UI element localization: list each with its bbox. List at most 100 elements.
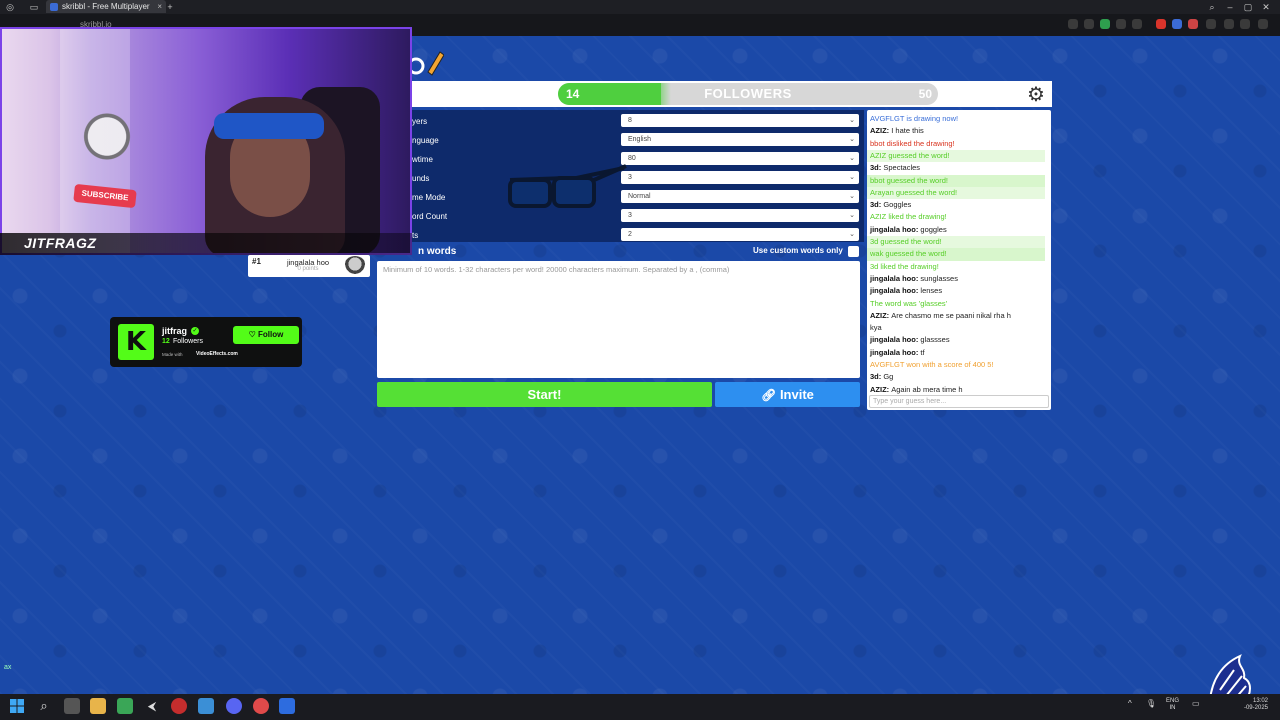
- chat-message: jingalala hoo: sunglasses: [867, 273, 1045, 285]
- chat-message: jingalala hoo: glassses: [867, 334, 1045, 346]
- select-language-value: English: [628, 136, 651, 143]
- custom-words-only-checkbox[interactable]: [848, 246, 859, 257]
- setting-label-word-count: ord Count: [412, 212, 448, 221]
- file-explorer-icon[interactable]: [90, 698, 106, 714]
- chat-message: AZIZ: I hate this: [867, 125, 1045, 137]
- chat-message: AVGFLGT is drawing now!: [867, 113, 1045, 125]
- app-red-icon[interactable]: [253, 698, 269, 714]
- browser-tab[interactable]: skribbl - Free Multiplayer ×: [46, 0, 166, 13]
- chat-message: AZIZ guessed the word!: [867, 149, 1045, 163]
- select-game-mode[interactable]: Normal ⌄: [621, 190, 859, 203]
- invite-button[interactable]: 🔗︎ Invite: [715, 382, 860, 407]
- verified-icon: ✓: [191, 327, 199, 335]
- chat-message: jingalala hoo: tf: [867, 347, 1045, 359]
- custom-words-textarea[interactable]: Minimum of 10 words. 1-32 characters per…: [377, 261, 860, 378]
- videoeffects-brand: VideoEffects.com: [196, 351, 238, 357]
- chat-message: 3d liked the drawing!: [867, 261, 1045, 273]
- player-rank: #1: [252, 257, 261, 266]
- ext-blue-icon[interactable]: [1172, 19, 1182, 29]
- chat-input[interactable]: Type your guess here...: [869, 395, 1049, 408]
- tab-list-icon[interactable]: ▭: [28, 0, 40, 14]
- menu-icon[interactable]: [1258, 19, 1268, 29]
- link-icon: 🔗︎: [761, 388, 777, 402]
- discord-icon[interactable]: [226, 698, 242, 714]
- chat-author: jingalala hoo:: [870, 224, 921, 234]
- select-word-count[interactable]: 3 ⌄: [621, 209, 859, 222]
- chat-author: AZIZ:: [870, 126, 892, 136]
- chat-message: 3d: Goggles: [867, 199, 1045, 211]
- custom-words-only-label: Use custom words only: [753, 246, 843, 255]
- language-indicator[interactable]: ENG IN: [1166, 698, 1179, 712]
- chat-text: lenses: [920, 286, 943, 296]
- chat-text: 3d guessed the word!: [870, 237, 942, 246]
- chevron-down-icon: ⌄: [849, 231, 855, 238]
- chat-text: tf: [920, 347, 925, 357]
- extension-icon[interactable]: [1068, 19, 1078, 29]
- youtube-ext-icon[interactable]: [1156, 19, 1166, 29]
- sidebar-icon[interactable]: [1224, 19, 1234, 29]
- windows-start-icon[interactable]: [9, 698, 25, 714]
- network-icon[interactable]: ▭: [1192, 699, 1200, 708]
- followers-goal: 50: [918, 87, 932, 101]
- clock-text: 13:02 -09-2025: [1243, 698, 1268, 711]
- puzzle-icon[interactable]: [1206, 19, 1216, 29]
- snapshot-icon[interactable]: [1084, 19, 1094, 29]
- gear-icon[interactable]: ⚙: [1023, 84, 1049, 106]
- search-tabs-icon[interactable]: ⌕: [1206, 0, 1218, 14]
- chat-message: bbot guessed the word!: [867, 174, 1045, 187]
- select-hints[interactable]: 2 ⌄: [621, 228, 859, 241]
- select-drawtime[interactable]: 80 ⌄: [621, 152, 859, 165]
- select-players-value: 8: [628, 117, 632, 124]
- chat-message: 3d: Spectacles: [867, 162, 1045, 174]
- chat-author: 3d:: [870, 200, 884, 210]
- chat-text: Gg: [883, 372, 894, 382]
- tray-overflow-icon[interactable]: ^: [1128, 699, 1132, 708]
- download-icon[interactable]: [1240, 19, 1250, 29]
- select-language[interactable]: English ⌄: [621, 133, 859, 146]
- made-with-label: Made with: [162, 352, 183, 357]
- play-icon[interactable]: [1116, 19, 1126, 29]
- ext-red-icon[interactable]: [1188, 19, 1198, 29]
- app-green-icon[interactable]: [117, 698, 133, 714]
- new-tab-button[interactable]: +: [164, 0, 176, 14]
- player-avatar: [344, 256, 366, 276]
- chat-text: AVGFLGT won with a score of 400 5!: [870, 360, 994, 369]
- select-rounds[interactable]: 3 ⌄: [621, 171, 859, 184]
- opera-menu-icon[interactable]: ◎: [4, 0, 16, 14]
- chat-text: kya: [870, 323, 882, 333]
- chevron-down-icon: ⌄: [849, 117, 855, 124]
- lobby-settings-panel: yers 8 ⌄ nguage English ⌄ wtime 80 ⌄ unds 3…: [412, 110, 864, 242]
- close-window-icon[interactable]: ✕: [1260, 0, 1272, 14]
- search-icon[interactable]: ⌕: [36, 698, 52, 714]
- opera-browser-icon[interactable]: [171, 698, 187, 714]
- chat-message: bbot disliked the drawing!: [867, 138, 1045, 150]
- maximize-icon[interactable]: ▢: [1242, 0, 1254, 14]
- task-view-icon[interactable]: [64, 698, 80, 714]
- chat-message: jingalala hoo: lenses: [867, 285, 1045, 297]
- kick-follow-button[interactable]: ♡ Follow: [233, 326, 299, 344]
- vpn-icon[interactable]: [1100, 19, 1110, 29]
- clock[interactable]: 13:02 -09-2025: [1236, 698, 1268, 712]
- chat-text: Spectacles: [883, 163, 921, 173]
- chat-message: AVGFLGT won with a score of 400 5!: [867, 359, 1045, 371]
- setting-label-rounds: unds: [412, 174, 430, 183]
- taskbar: [0, 694, 1280, 720]
- pencil-icon: [410, 51, 444, 76]
- start-button[interactable]: Start!: [377, 382, 712, 407]
- chat-message: AZIZ: Are chasmo me se paani nikal rha h: [867, 310, 1045, 322]
- chat-text: Arayan guessed the word!: [870, 187, 958, 197]
- webcam-overlay: SUBSCRIBE JITFRAGZ: [0, 27, 412, 255]
- mic-icon[interactable]: 🎙︎: [1146, 699, 1156, 708]
- tab-close-icon[interactable]: ×: [157, 0, 162, 13]
- notes-app-icon[interactable]: [198, 698, 214, 714]
- chat-message: 3d guessed the word!: [867, 236, 1045, 249]
- app-blue-icon[interactable]: [279, 698, 295, 714]
- chat-text: goggles: [920, 224, 947, 234]
- chat-text: 3d liked the drawing!: [870, 261, 939, 271]
- setting-label-hints: ts: [412, 231, 419, 240]
- heart-icon[interactable]: [1132, 19, 1142, 29]
- select-players[interactable]: 8 ⌄: [621, 114, 859, 127]
- app-arrow-icon[interactable]: ⮜: [144, 698, 160, 714]
- chevron-down-icon: ⌄: [849, 136, 855, 143]
- minimize-icon[interactable]: –: [1224, 0, 1236, 14]
